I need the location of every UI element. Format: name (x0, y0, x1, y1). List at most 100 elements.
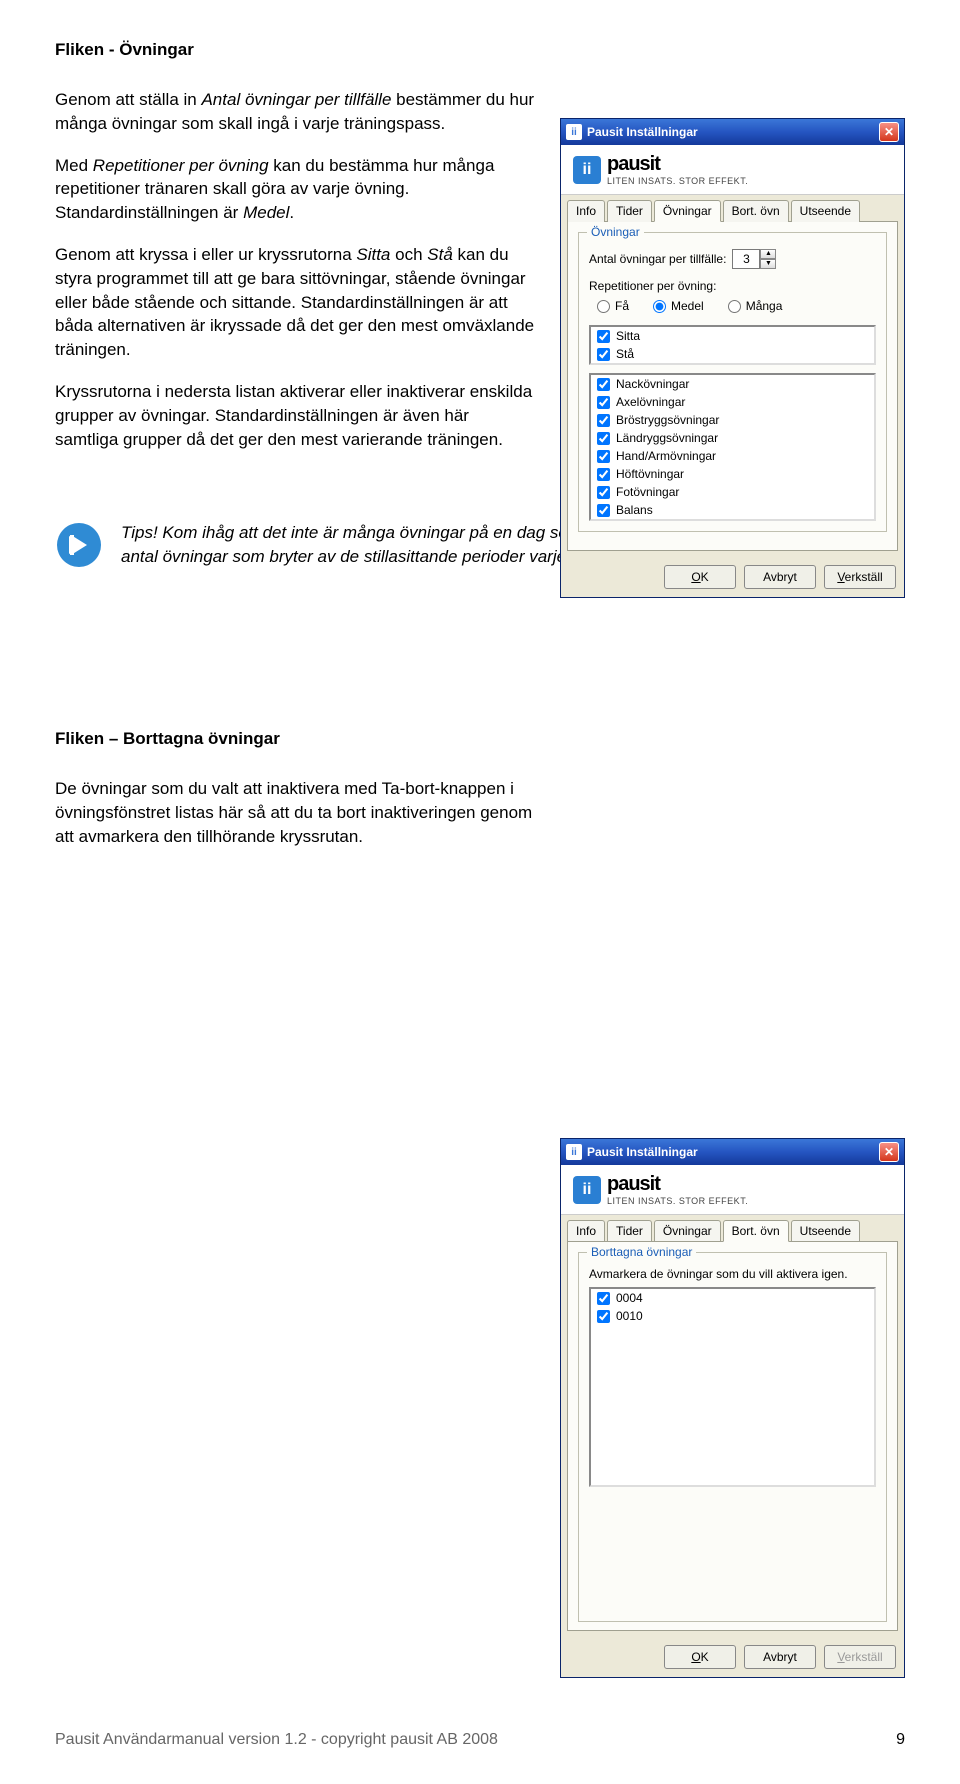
radio-manga-input[interactable] (728, 300, 741, 313)
tab-bort-ovn[interactable]: Bort. övn (723, 1220, 789, 1242)
apply-button[interactable]: Verkställ (824, 1645, 896, 1669)
ok-button[interactable]: OK (664, 565, 736, 589)
close-button[interactable]: ✕ (879, 122, 899, 142)
logo-area: ii pausit LITEN INSATS. STOR EFFEKT. (561, 1165, 904, 1215)
group-borttagna: Borttagna övningar Avmarkera de övningar… (578, 1252, 887, 1622)
chk-sitta-input[interactable] (597, 330, 610, 343)
arrow-circle-icon (55, 521, 103, 569)
app-icon: ii (566, 1144, 582, 1160)
btn-suffix: K (701, 570, 709, 584)
section-2-heading: Fliken – Borttagna övningar (55, 729, 905, 749)
checklist-groups[interactable]: Nackövningar Axelövningar Bröstryggsövni… (589, 373, 876, 521)
tab-info[interactable]: Info (567, 1220, 605, 1242)
chk-group[interactable]: Bröstryggsövningar (591, 411, 874, 429)
chk-group[interactable]: Ländryggsövningar (591, 429, 874, 447)
chk-group[interactable]: Nackövningar (591, 375, 874, 393)
footer-page-number: 9 (896, 1731, 905, 1749)
chk-input[interactable] (597, 396, 610, 409)
section-2: Fliken – Borttagna övningar De övningar … (55, 729, 905, 848)
chk-group[interactable]: Höftövningar (591, 465, 874, 483)
radio-label: Få (615, 299, 629, 313)
chk-label: Ländryggsövningar (616, 431, 718, 445)
chk-removed-item[interactable]: 0010 (591, 1307, 874, 1325)
radio-fa-input[interactable] (597, 300, 610, 313)
section-1-body: Genom att ställa in Antal övningar per t… (55, 88, 535, 451)
apply-button[interactable]: Verkställ (824, 565, 896, 589)
chk-sitta[interactable]: Sitta (591, 327, 874, 345)
chk-input[interactable] (597, 504, 610, 517)
chk-label: Nackövningar (616, 377, 689, 391)
radio-medel[interactable]: Medel (653, 299, 704, 313)
tab-ovningar[interactable]: Övningar (654, 200, 721, 222)
chk-input[interactable] (597, 1310, 610, 1323)
chk-label: 0004 (616, 1291, 643, 1305)
radio-fa[interactable]: Få (597, 299, 629, 313)
titlebar-text: Pausit Inställningar (587, 1145, 879, 1159)
chk-label: Bröstryggsövningar (616, 413, 719, 427)
checklist-removed[interactable]: 0004 0010 (589, 1287, 876, 1487)
radio-label: Medel (671, 299, 704, 313)
tab-info[interactable]: Info (567, 200, 605, 222)
antal-input[interactable] (732, 249, 760, 269)
tab-ovningar[interactable]: Övningar (654, 1220, 721, 1242)
cancel-button[interactable]: Avbryt (744, 1645, 816, 1669)
chk-input[interactable] (597, 468, 610, 481)
chk-group[interactable]: Hand/Armövningar (591, 447, 874, 465)
para-5: De övningar som du valt att inaktivera m… (55, 777, 535, 848)
chk-group[interactable]: Axelövningar (591, 393, 874, 411)
text-fragment: Genom att ställa in (55, 90, 201, 109)
tab-content-1: Övningar Antal övningar per tillfälle: ▲… (567, 221, 898, 551)
chk-input[interactable] (597, 432, 610, 445)
spinner-down[interactable]: ▼ (760, 259, 776, 269)
chk-group[interactable]: Fotövningar (591, 483, 874, 501)
settings-dialog-1: ii Pausit Inställningar ✕ ii pausit LITE… (560, 118, 905, 598)
dialog-buttons-1: OK Avbryt Verkställ (561, 557, 904, 597)
titlebar[interactable]: ii Pausit Inställningar ✕ (561, 1139, 904, 1165)
text-italic: Medel (243, 203, 289, 222)
para-4: Kryssrutorna i nedersta listan aktiverar… (55, 380, 535, 451)
chk-input[interactable] (597, 450, 610, 463)
ok-button[interactable]: OK (664, 1645, 736, 1669)
text-fragment: Genom att kryssa i eller ur kryssrutorna (55, 245, 356, 264)
chk-input[interactable] (597, 486, 610, 499)
tab-tider[interactable]: Tider (607, 1220, 652, 1242)
group-title: Övningar (587, 225, 644, 239)
text-italic: Stå (427, 245, 453, 264)
cancel-button[interactable]: Avbryt (744, 565, 816, 589)
chk-sta[interactable]: Stå (591, 345, 874, 363)
antal-spinner[interactable]: ▲ ▼ (732, 249, 776, 269)
brand-text: pausit (607, 1173, 748, 1196)
tab-utseende[interactable]: Utseende (791, 200, 860, 222)
text-fragment: Med (55, 156, 93, 175)
text-fragment: och (390, 245, 427, 264)
tab-utseende[interactable]: Utseende (791, 1220, 860, 1242)
chk-removed-item[interactable]: 0004 (591, 1289, 874, 1307)
app-icon: ii (566, 124, 582, 140)
radio-group: Få Medel Många (597, 299, 876, 313)
chk-label: Stå (616, 347, 634, 361)
titlebar[interactable]: ii Pausit Inställningar ✕ (561, 119, 904, 145)
logo-text: pausit LITEN INSATS. STOR EFFEKT. (607, 1173, 748, 1206)
btn-suffix: K (701, 1650, 709, 1664)
chk-input[interactable] (597, 414, 610, 427)
close-button[interactable]: ✕ (879, 1142, 899, 1162)
chk-sta-input[interactable] (597, 348, 610, 361)
radio-manga[interactable]: Många (728, 299, 783, 313)
checklist-top[interactable]: Sitta Stå (589, 325, 876, 365)
text-italic: Repetitioner per övning (93, 156, 269, 175)
chk-group[interactable]: Balans (591, 501, 874, 519)
logo-icon: ii (573, 1176, 601, 1204)
page-footer: Pausit Användarmanual version 1.2 - copy… (55, 1731, 905, 1749)
chk-label: Hand/Armövningar (616, 449, 716, 463)
spinner-up[interactable]: ▲ (760, 249, 776, 259)
radio-label: Många (746, 299, 783, 313)
radio-medel-input[interactable] (653, 300, 666, 313)
tab-tider[interactable]: Tider (607, 200, 652, 222)
tagline-text: LITEN INSATS. STOR EFFEKT. (607, 176, 748, 186)
group-desc: Avmarkera de övningar som du vill aktive… (589, 1267, 876, 1281)
chk-input[interactable] (597, 378, 610, 391)
chk-input[interactable] (597, 1292, 610, 1305)
field-label: Antal övningar per tillfälle: (589, 252, 726, 266)
tab-bort-ovn[interactable]: Bort. övn (723, 200, 789, 222)
rep-label: Repetitioner per övning: (589, 279, 876, 293)
